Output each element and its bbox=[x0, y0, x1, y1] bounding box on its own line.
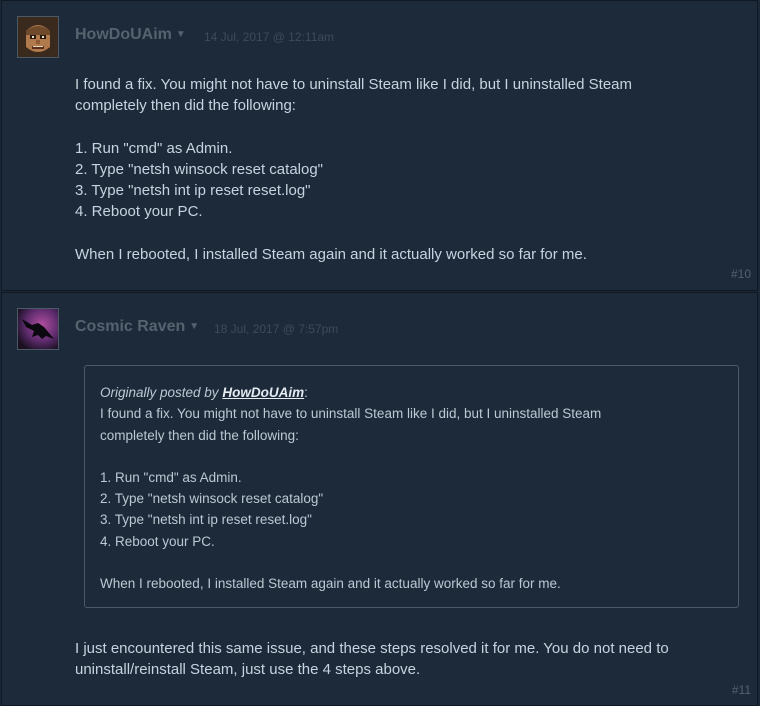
post-text-line: 2. Type "netsh winsock reset catalog" bbox=[75, 160, 324, 178]
quote-line: I found a fix. You might not have to uni… bbox=[100, 406, 602, 422]
quote-prefix: Originally posted by bbox=[100, 385, 219, 400]
forum-post: HowDoUAim ▼ 14 Jul, 2017 @ 12:11am I foun… bbox=[1, 0, 758, 291]
post-text-line: uninstall/reinstall Steam, just use the … bbox=[75, 661, 421, 679]
quote-line: 1. Run "cmd" as Admin. bbox=[100, 469, 242, 485]
quote-block: Originally posted by HowDoUAim: I found … bbox=[84, 365, 739, 608]
post-text-line: I found a fix. You might not have to uni… bbox=[75, 76, 633, 93]
post-body: I just encountered this same issue, and … bbox=[75, 638, 735, 681]
post-text-line: 4. Reboot your PC. bbox=[75, 203, 203, 221]
forum-post: Cosmic Raven ▼ 18 Jul, 2017 @ 7:57pm Orig… bbox=[1, 292, 758, 706]
post-number-link[interactable]: #10 bbox=[731, 267, 751, 281]
post-timestamp: 18 Jul, 2017 @ 7:57pm bbox=[214, 322, 339, 336]
raven-avatar-icon bbox=[18, 309, 58, 349]
quote-line: When I rebooted, I installed Steam again… bbox=[100, 576, 561, 592]
doomguy-avatar-icon bbox=[18, 17, 58, 57]
post-author[interactable]: HowDoUAim ▼ bbox=[75, 26, 186, 44]
post-timestamp: 14 Jul, 2017 @ 12:11am bbox=[204, 30, 335, 44]
post-body: I found a fix. You might not have to uni… bbox=[75, 74, 735, 265]
quote-line: completely then did the following: bbox=[100, 427, 299, 443]
post-text-line: 3. Type "netsh int ip reset reset.log" bbox=[75, 182, 311, 200]
avatar[interactable] bbox=[17, 16, 59, 58]
post-text-line: I just encountered this same issue, and … bbox=[75, 640, 669, 657]
post-text-line: completely then did the following: bbox=[75, 97, 296, 115]
author-name[interactable]: HowDoUAim bbox=[75, 26, 172, 43]
quote-line: 2. Type "netsh winsock reset catalog" bbox=[100, 491, 324, 507]
chevron-down-icon[interactable]: ▼ bbox=[189, 321, 199, 332]
quote-attribution: Originally posted by HowDoUAim: bbox=[100, 382, 723, 403]
quote-suffix: : bbox=[304, 385, 308, 400]
quote-author-link[interactable]: HowDoUAim bbox=[222, 385, 304, 400]
quote-line: 3. Type "netsh int ip reset reset.log" bbox=[100, 512, 312, 528]
post-author[interactable]: Cosmic Raven ▼ bbox=[75, 318, 199, 336]
quote-line: 4. Reboot your PC. bbox=[100, 533, 215, 549]
post-text-line: 1. Run "cmd" as Admin. bbox=[75, 139, 233, 157]
author-name[interactable]: Cosmic Raven bbox=[75, 318, 185, 335]
avatar[interactable] bbox=[17, 308, 59, 350]
chevron-down-icon[interactable]: ▼ bbox=[176, 29, 186, 40]
post-text-line: When I rebooted, I installed Steam again… bbox=[75, 245, 587, 263]
post-number-link[interactable]: #11 bbox=[732, 683, 751, 697]
